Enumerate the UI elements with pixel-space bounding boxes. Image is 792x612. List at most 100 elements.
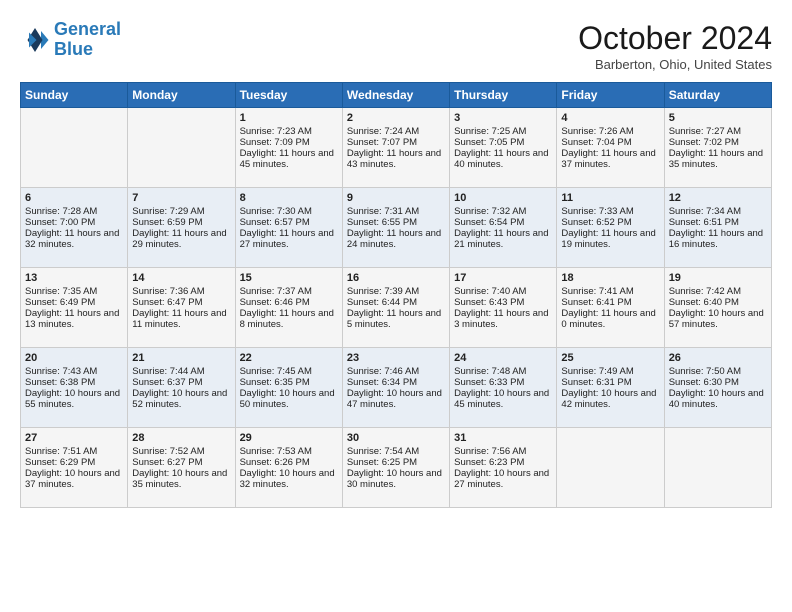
day-cell: 14 Sunrise: 7:36 AMSunset: 6:47 PMDayligh… (128, 268, 235, 348)
day-info: Sunrise: 7:43 AM (25, 366, 123, 377)
day-info: Sunset: 6:27 PM (132, 457, 230, 468)
day-cell: 18 Sunrise: 7:41 AMSunset: 6:41 PMDayligh… (557, 268, 664, 348)
day-info: Sunrise: 7:49 AM (561, 366, 659, 377)
day-info: Daylight: 10 hours and 35 minutes. (132, 468, 230, 490)
logo-general: General (54, 19, 121, 39)
day-info: Sunset: 6:23 PM (454, 457, 552, 468)
day-cell: 16Sunrise: 7:39 AMSunset: 6:44 PMDayligh… (342, 268, 449, 348)
day-cell: 8Sunrise: 7:30 AMSunset: 6:57 PMDaylight… (235, 188, 342, 268)
day-number: 20 (25, 352, 123, 364)
day-info: Sunrise: 7:41 AM (561, 286, 659, 297)
day-info: Sunrise: 7:56 AM (454, 446, 552, 457)
col-header-sunday: Sunday (21, 83, 128, 108)
day-info: Sunset: 6:44 PM (347, 297, 445, 308)
col-header-wednesday: Wednesday (342, 83, 449, 108)
day-info: Sunrise: 7:37 AM (240, 286, 338, 297)
title-block: October 2024 Barberton, Ohio, United Sta… (578, 20, 772, 72)
day-info: Sunrise: 7:51 AM (25, 446, 123, 457)
day-info: Daylight: 10 hours and 50 minutes. (240, 388, 338, 410)
day-info: Sunset: 6:57 PM (240, 217, 338, 228)
day-info: Daylight: 10 hours and 47 minutes. (347, 388, 445, 410)
day-info: Daylight: 11 hours and 32 minutes. (25, 228, 123, 250)
day-info: Daylight: 11 hours and 8 minutes. (240, 308, 338, 330)
day-info: Daylight: 11 hours and 43 minutes. (347, 148, 445, 170)
day-info: Sunrise: 7:42 AM (669, 286, 767, 297)
day-cell: 4Sunrise: 7:26 AMSunset: 7:04 PMDaylight… (557, 108, 664, 188)
day-cell: 29Sunrise: 7:53 AMSunset: 6:26 PMDayligh… (235, 428, 342, 508)
day-cell: 24Sunrise: 7:48 AMSunset: 6:33 PMDayligh… (450, 348, 557, 428)
day-cell (557, 428, 664, 508)
day-info: Daylight: 11 hours and 13 minutes. (25, 308, 123, 330)
header-row: SundayMondayTuesdayWednesdayThursdayFrid… (21, 83, 772, 108)
day-info: Sunset: 7:02 PM (669, 137, 767, 148)
day-number: 7 (132, 192, 230, 204)
day-info: Daylight: 11 hours and 27 minutes. (240, 228, 338, 250)
day-info: Sunrise: 7:34 AM (669, 206, 767, 217)
day-info: Sunset: 7:09 PM (240, 137, 338, 148)
calendar-table: SundayMondayTuesdayWednesdayThursdayFrid… (20, 82, 772, 508)
logo-blue: Blue (54, 39, 93, 59)
day-info: Sunrise: 7:53 AM (240, 446, 338, 457)
day-number: 26 (669, 352, 767, 364)
day-info: Sunrise: 7:48 AM (454, 366, 552, 377)
day-number: 12 (669, 192, 767, 204)
day-number: 19 (669, 272, 767, 284)
logo: General Blue (20, 20, 121, 60)
day-info: Sunset: 6:33 PM (454, 377, 552, 388)
day-info: Sunrise: 7:54 AM (347, 446, 445, 457)
day-info: Daylight: 11 hours and 21 minutes. (454, 228, 552, 250)
day-cell: 13Sunrise: 7:35 AMSunset: 6:49 PMDayligh… (21, 268, 128, 348)
day-cell (128, 108, 235, 188)
day-info: Daylight: 10 hours and 30 minutes. (347, 468, 445, 490)
day-info: Sunset: 6:41 PM (561, 297, 659, 308)
day-info: Sunrise: 7:32 AM (454, 206, 552, 217)
day-info: Sunrise: 7:52 AM (132, 446, 230, 457)
col-header-thursday: Thursday (450, 83, 557, 108)
day-info: Sunset: 6:47 PM (132, 297, 230, 308)
day-cell: 23Sunrise: 7:46 AMSunset: 6:34 PMDayligh… (342, 348, 449, 428)
day-info: Sunset: 6:54 PM (454, 217, 552, 228)
day-cell: 19Sunrise: 7:42 AMSunset: 6:40 PMDayligh… (664, 268, 771, 348)
day-number: 2 (347, 112, 445, 124)
week-row-4: 20Sunrise: 7:43 AMSunset: 6:38 PMDayligh… (21, 348, 772, 428)
day-number: 5 (669, 112, 767, 124)
day-info: Daylight: 10 hours and 42 minutes. (561, 388, 659, 410)
day-info: Daylight: 10 hours and 40 minutes. (669, 388, 767, 410)
day-info: Daylight: 11 hours and 0 minutes. (561, 308, 659, 330)
day-number: 15 (240, 272, 338, 284)
page: General Blue October 2024 Barberton, Ohi… (0, 0, 792, 518)
week-row-3: 13Sunrise: 7:35 AMSunset: 6:49 PMDayligh… (21, 268, 772, 348)
day-cell: 2Sunrise: 7:24 AMSunset: 7:07 PMDaylight… (342, 108, 449, 188)
day-cell: 30Sunrise: 7:54 AMSunset: 6:25 PMDayligh… (342, 428, 449, 508)
day-number: 14 (132, 272, 230, 284)
day-info: Sunrise: 7:50 AM (669, 366, 767, 377)
day-number: 13 (25, 272, 123, 284)
day-info: Daylight: 11 hours and 19 minutes. (561, 228, 659, 250)
day-number: 21 (132, 352, 230, 364)
day-cell: 15Sunrise: 7:37 AMSunset: 6:46 PMDayligh… (235, 268, 342, 348)
day-info: Daylight: 10 hours and 32 minutes. (240, 468, 338, 490)
day-info: Daylight: 11 hours and 5 minutes. (347, 308, 445, 330)
day-number: 11 (561, 192, 659, 204)
day-info: Sunrise: 7:36 AM (132, 286, 230, 297)
day-cell: 26 Sunrise: 7:50 AMSunset: 6:30 PMDayligh… (664, 348, 771, 428)
day-info: Daylight: 11 hours and 16 minutes. (669, 228, 767, 250)
day-cell: 28Sunrise: 7:52 AMSunset: 6:27 PMDayligh… (128, 428, 235, 508)
day-info: Sunset: 6:34 PM (347, 377, 445, 388)
day-info: Sunrise: 7:30 AM (240, 206, 338, 217)
day-number: 18 (561, 272, 659, 284)
day-info: Daylight: 11 hours and 35 minutes. (669, 148, 767, 170)
day-info: Daylight: 11 hours and 11 minutes. (132, 308, 230, 330)
day-info: Sunset: 6:30 PM (669, 377, 767, 388)
day-info: Sunset: 6:40 PM (669, 297, 767, 308)
day-cell: 25Sunrise: 7:49 AMSunset: 6:31 PMDayligh… (557, 348, 664, 428)
day-info: Daylight: 10 hours and 45 minutes. (454, 388, 552, 410)
day-info: Sunrise: 7:28 AM (25, 206, 123, 217)
day-info: Daylight: 11 hours and 37 minutes. (561, 148, 659, 170)
col-header-friday: Friday (557, 83, 664, 108)
day-number: 22 (240, 352, 338, 364)
logo-text: General Blue (54, 20, 121, 60)
day-info: Sunset: 6:52 PM (561, 217, 659, 228)
day-info: Daylight: 11 hours and 29 minutes. (132, 228, 230, 250)
day-number: 16 (347, 272, 445, 284)
